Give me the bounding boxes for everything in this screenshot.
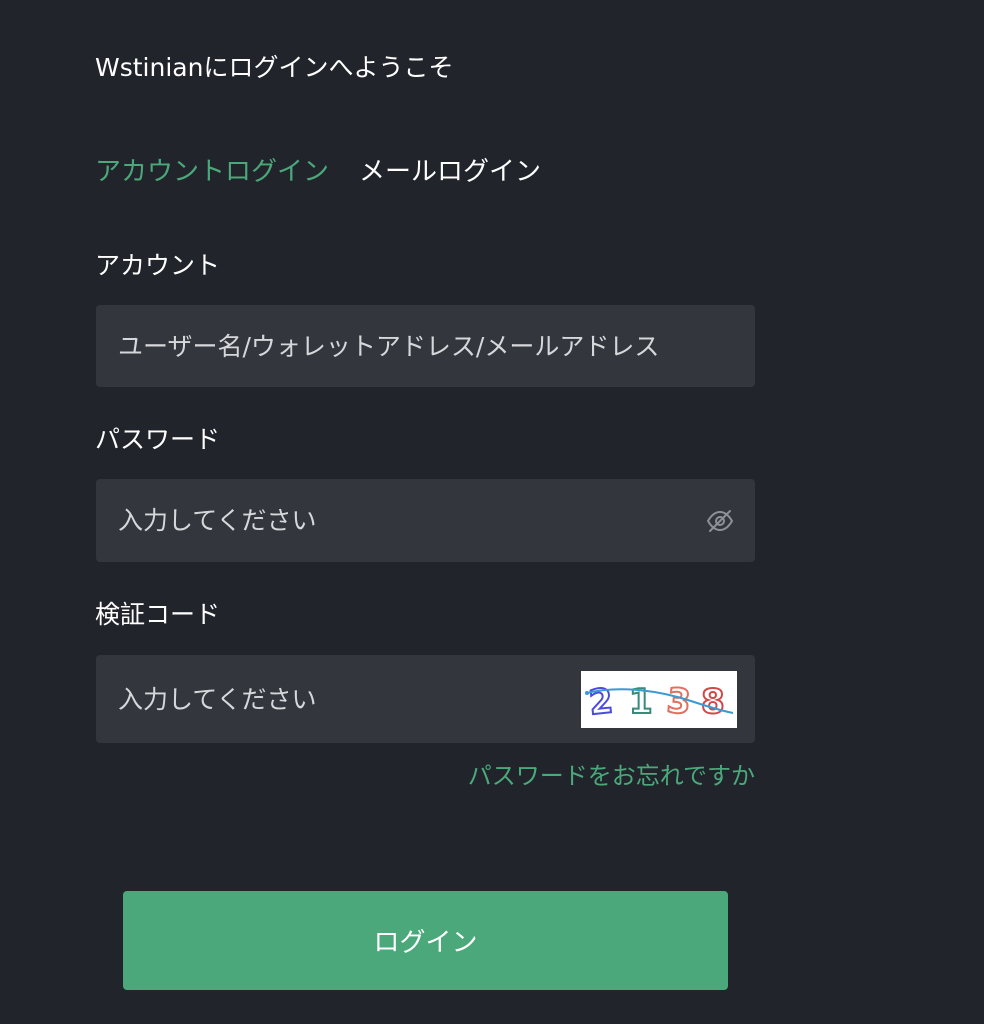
account-field-container	[96, 305, 755, 387]
page-title: Wstinianにログインへようこそ	[95, 53, 454, 82]
account-input[interactable]	[116, 330, 735, 362]
captcha-digit-2: 1	[629, 682, 653, 722]
password-label: パスワード	[95, 425, 221, 454]
captcha-digit-1: 2	[587, 681, 615, 723]
tab-account-login[interactable]: アカウントログイン	[95, 153, 329, 191]
password-input[interactable]	[116, 505, 705, 536]
tab-email-login[interactable]: メールログイン	[359, 153, 541, 191]
eye-slash-icon[interactable]	[705, 506, 735, 536]
captcha-field-container: 2 1 3 8	[96, 655, 755, 743]
account-label: アカウント	[95, 251, 221, 280]
captcha-input[interactable]	[116, 683, 581, 715]
captcha-digit-4: 8	[701, 682, 725, 722]
password-field-container	[96, 479, 755, 562]
captcha-label: 検証コード	[95, 600, 221, 629]
forgot-password-link[interactable]: パスワードをお忘れですか	[468, 758, 755, 794]
login-button[interactable]: ログイン	[123, 891, 728, 990]
login-tabs: アカウントログイン メールログイン	[95, 153, 541, 191]
captcha-image[interactable]: 2 1 3 8	[581, 670, 737, 728]
captcha-digit-3: 3	[665, 680, 692, 722]
